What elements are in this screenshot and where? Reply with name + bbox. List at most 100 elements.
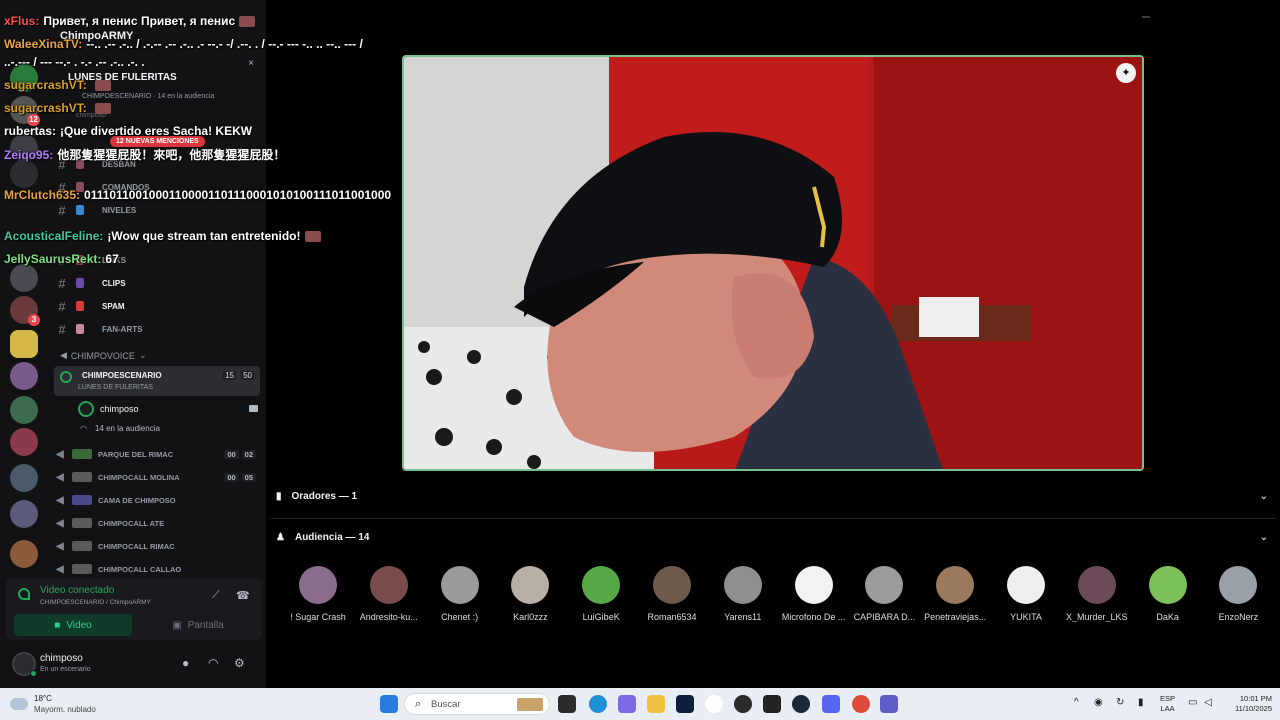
speaker-icon: ◀ — [56, 517, 64, 529]
video-button[interactable]: ■ Video — [14, 614, 132, 636]
voice-channel[interactable]: ◀ CHIMPOCALL RIMAC — [56, 536, 260, 556]
edge-icon[interactable] — [589, 695, 607, 713]
audience-member[interactable]: LuiGibeK — [565, 566, 637, 622]
camera-count: 15 — [223, 371, 237, 380]
voice-channel[interactable]: ◀ CHIMPOCALL ATE — [56, 513, 260, 533]
audience-member-name: Karl0zzz — [513, 612, 548, 622]
speaker-icon: ◀ — [56, 471, 64, 483]
volume-icon[interactable]: ◁ — [1204, 697, 1212, 708]
system-clock[interactable]: 10:01 PM 11/10/2025 — [1224, 694, 1272, 714]
weather-widget[interactable]: 18°C Mayorm. nublado — [10, 694, 120, 716]
server-icon[interactable] — [10, 500, 38, 528]
stage-audience-row[interactable]: ◠ 14 en la audiencia — [80, 424, 160, 433]
voice-channel-label: CHIMPOCALL ATE — [98, 518, 165, 528]
speaker-video[interactable]: ✦ — [402, 55, 1144, 471]
chat-message: Zeiqo95: 他那隻猩猩屁股！來吧，他那隻猩猩屁股！ — [4, 146, 364, 164]
server-icon[interactable] — [10, 540, 38, 568]
server-icon[interactable] — [10, 330, 38, 358]
chat-username: AcousticalFeline: — [4, 229, 104, 243]
chat-username: sugarcrashVT: — [4, 78, 87, 92]
stage-channel[interactable]: CHIMPOESCENARIO LUNES DE FULERITAS 15 50 — [54, 366, 260, 396]
music-icon[interactable] — [705, 695, 723, 713]
emoji-icon — [72, 449, 92, 459]
server-icon[interactable]: 3 — [10, 296, 40, 326]
channel-item[interactable]: # CLIPS — [54, 273, 260, 293]
windows-start-icon[interactable] — [380, 695, 398, 713]
chat-message: sugarcrashVT: — [4, 76, 364, 94]
gear-icon[interactable]: ⚙ — [234, 656, 245, 670]
teams-icon[interactable] — [880, 695, 898, 713]
server-icon[interactable] — [10, 264, 38, 292]
voice-channel[interactable]: ◀ PARQUE DEL RIMAC 00 02 — [56, 444, 260, 464]
taskbar-search[interactable]: ⌕ Buscar — [404, 693, 550, 715]
noise-suppression-icon[interactable]: ⟋ — [212, 589, 220, 602]
epic-games-icon[interactable] — [763, 695, 781, 713]
clock-time: 10:01 PM — [1239, 694, 1272, 703]
audience-member[interactable]: Roman6534 — [636, 566, 708, 622]
avatar — [1077, 566, 1116, 604]
audience-member[interactable]: DaKa — [1132, 566, 1204, 622]
audience-member[interactable]: Yarens11 — [707, 566, 779, 622]
voice-channel[interactable]: ◀ CHIMPOCALL MOLINA 00 05 — [56, 467, 260, 487]
language-indicator[interactable]: ESP LAA — [1160, 694, 1175, 714]
window-handle — [1142, 16, 1150, 18]
chrome-icon[interactable] — [852, 695, 870, 713]
chevron-down-icon[interactable]: ⌄ — [1260, 491, 1268, 502]
stage-channel-topic: LUNES DE FULERITAS — [78, 384, 153, 391]
audience-member[interactable]: Penetraviejas... — [919, 566, 991, 622]
connection-channel[interactable]: CHIMPOESCENARIO / ChimpoARMY — [40, 599, 151, 606]
disconnect-icon[interactable]: ☎ — [236, 589, 250, 602]
pin-icon[interactable]: ✦ — [1116, 63, 1136, 83]
stage-member[interactable]: chimposo — [78, 400, 258, 418]
server-icon[interactable] — [10, 464, 38, 492]
audience-section-header[interactable]: ♟ Audiencia — 14 ⌄ — [276, 527, 1272, 547]
tray-sync-icon[interactable]: ↻ — [1116, 697, 1124, 708]
copilot-icon[interactable] — [618, 695, 636, 713]
microphone-icon[interactable]: ▮ — [1138, 697, 1144, 708]
steam-icon[interactable] — [792, 695, 810, 713]
audience-member[interactable]: YUKITA — [990, 566, 1062, 622]
audience-member[interactable]: CAPIBARA D... — [848, 566, 920, 622]
server-icon[interactable] — [10, 362, 38, 390]
speaker-icon: ◀ — [56, 563, 64, 575]
headphones-icon: ◠ — [80, 424, 87, 433]
avatar — [582, 566, 621, 604]
microphone-icon[interactable]: ● — [182, 656, 189, 670]
file-explorer-icon[interactable] — [647, 695, 665, 713]
audience-member[interactable]: Chenet :) — [424, 566, 496, 622]
photoshop-icon[interactable] — [676, 695, 694, 713]
audience-member[interactable]: Andresito-ku... — [353, 566, 425, 622]
audience-member[interactable]: Microfono De ... — [778, 566, 850, 622]
audience-member[interactable]: Karl0zzz — [494, 566, 566, 622]
voice-category[interactable]: ◀ CHIMPOVOICE ⌄ + — [60, 349, 288, 361]
clock-date: 11/10/2025 — [1235, 704, 1272, 713]
chevron-down-icon[interactable]: ⌄ — [1260, 532, 1268, 543]
chevron-up-icon[interactable]: ^ — [1074, 697, 1079, 708]
audience-member[interactable]: EnzoNerz — [1202, 566, 1274, 622]
lang-code: ESP — [1160, 694, 1176, 703]
tray-app-icon[interactable]: ◉ — [1094, 697, 1103, 708]
screen-share-button[interactable]: ▣ Pantalla — [140, 614, 256, 636]
headphones-icon[interactable]: ◠ — [208, 656, 218, 670]
server-icon[interactable] — [10, 396, 38, 424]
audience-member[interactable]: ! Sugar Crash — [282, 566, 354, 622]
server-icon[interactable] — [10, 428, 38, 456]
voice-channel[interactable]: ◀ CHIMPOCALL CALLAO — [56, 559, 260, 579]
speakers-section-header[interactable]: ▮ Oradores — 1 ⌄ — [276, 486, 1272, 506]
channel-item[interactable]: # SPAM — [54, 296, 260, 316]
discord-icon[interactable] — [822, 695, 840, 713]
voice-channel[interactable]: ◀ CAMA DE CHIMPOSO — [56, 490, 260, 510]
signal-icon[interactable] — [18, 588, 30, 600]
username[interactable]: chimposo — [40, 653, 83, 664]
display-icon[interactable]: ▭ — [1188, 697, 1197, 708]
chat-username: WaleeXinaTV: — [4, 37, 83, 51]
obs-icon[interactable] — [734, 695, 752, 713]
unread-badge: 3 — [28, 314, 40, 326]
avatar — [936, 566, 975, 604]
server-icon[interactable] — [10, 160, 38, 188]
task-view-icon[interactable] — [558, 695, 576, 713]
connection-status[interactable]: Video conectado — [40, 585, 114, 596]
camera-icon — [249, 405, 258, 412]
channel-item[interactable]: # FAN-ARTS — [54, 319, 260, 339]
audience-member[interactable]: X_Murder_LKS — [1061, 566, 1133, 622]
